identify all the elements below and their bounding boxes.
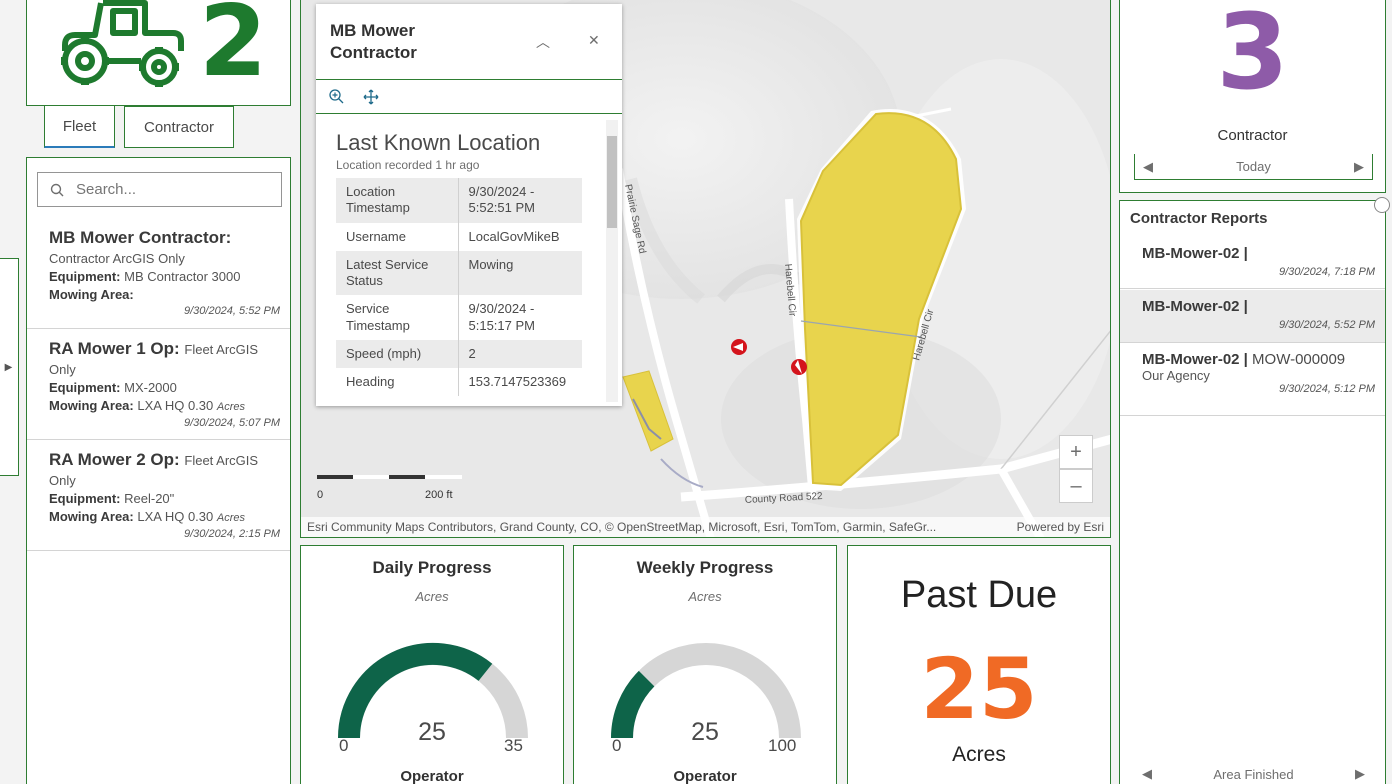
past-due-title: Past Due <box>900 574 1058 616</box>
item-area: Mowing Area: <box>49 287 134 303</box>
gauge-min: 0 <box>612 736 622 755</box>
fleet-indicator: 2 <box>26 0 291 106</box>
popup-body: Last Known Location Location recorded 1 … <box>316 116 622 406</box>
search-icon <box>50 183 64 196</box>
contractor-count: 3 <box>1216 0 1289 113</box>
item-area: Mowing Area: LXA HQ 0.30 Acres <box>49 398 246 414</box>
gauge-min: 0 <box>339 736 349 755</box>
feature-popup: MB Mower Contractor ︿ ✕ Last Known Locat… <box>316 4 622 406</box>
gauge-max: 100 <box>768 736 797 755</box>
table-row: Location Timestamp 9/30/2024 - 5:52:51 PM <box>336 178 582 223</box>
caret-right-icon[interactable]: ▶ <box>1355 766 1365 782</box>
report-item[interactable]: MB-Mower-02 | MOW-000009 Our Agency 9/30… <box>1120 343 1385 416</box>
caret-right-icon[interactable]: ▶ <box>1354 159 1364 175</box>
report-date: 9/30/2024, 7:18 PM <box>1278 266 1375 278</box>
contractor-label: Contractor <box>1217 127 1288 144</box>
caret-left-icon[interactable]: ◀ <box>1143 159 1153 175</box>
tractor-icon <box>61 0 184 87</box>
fullscreen-icon[interactable] <box>1374 197 1390 213</box>
item-area: Mowing Area: LXA HQ 0.30 Acres <box>49 509 246 525</box>
expand-panel-button[interactable]: ▶ <box>0 258 19 476</box>
gauge-footer: Operator <box>400 768 464 784</box>
item-equipment: Equipment: MB Contractor 3000 <box>49 268 241 284</box>
area-nav: ◀ Area Finished ▶ <box>1134 761 1373 784</box>
gauge-footer: Operator <box>673 768 737 784</box>
area-nav-label: Area Finished <box>1213 766 1294 782</box>
item-type: Only <box>49 361 76 377</box>
report-item[interactable]: MB-Mower-02 | 9/30/2024, 5:52 PM <box>1120 290 1385 343</box>
daily-progress-gauge: Daily Progress Acres 25 0 35 Operator <box>300 545 564 784</box>
attribute-table: Location Timestamp 9/30/2024 - 5:52:51 PM… <box>336 178 582 397</box>
item-date: 9/30/2024, 5:07 PM <box>183 416 280 429</box>
gauge-title: Daily Progress <box>372 558 492 577</box>
report-date: 9/30/2024, 5:52 PM <box>1278 319 1375 331</box>
popup-heading: Last Known Location <box>336 130 541 155</box>
period-label: Today <box>1236 159 1271 174</box>
popup-subheading: Location recorded 1 hr ago <box>336 158 480 172</box>
report-date: 9/30/2024, 5:12 PM <box>1278 383 1375 395</box>
popup-scrollbar[interactable] <box>606 120 618 402</box>
item-equipment: Equipment: Reel-20" <box>49 490 175 506</box>
zoom-to-icon[interactable] <box>328 88 346 106</box>
table-row: Service Timestamp 9/30/2024 - 5:15:17 PM <box>336 295 582 340</box>
item-date: 9/30/2024, 2:15 PM <box>183 527 280 540</box>
item-equipment: Equipment: MX-2000 <box>49 379 177 395</box>
popup-toolbar <box>316 80 622 114</box>
report-title: MB-Mower-02 | <box>1142 298 1248 315</box>
table-row: Heading 153.7147523369 <box>336 368 582 397</box>
gauge-subtitle: Acres <box>415 589 449 604</box>
contractor-indicator: 3 Contractor ◀ Today ▶ <box>1119 0 1386 193</box>
fleet-count: 2 <box>199 0 268 99</box>
search-input[interactable] <box>76 181 256 198</box>
caret-right-icon: ▶ <box>4 361 13 373</box>
weekly-progress-gauge: Weekly Progress Acres 25 0 100 Operator <box>573 545 837 784</box>
past-due-value: 25 <box>920 640 1038 738</box>
gauge-subtitle: Acres <box>688 589 722 604</box>
map-attribution: Esri Community Maps Contributors, Grand … <box>301 517 1110 537</box>
item-title: RA Mower 2 Op: Fleet ArcGIS <box>49 450 259 469</box>
list-item[interactable]: RA Mower 2 Op: Fleet ArcGIS Only Equipme… <box>27 440 290 551</box>
list-item[interactable]: RA Mower 1 Op: Fleet ArcGIS Only Equipme… <box>27 329 290 440</box>
list-item[interactable]: MB Mower Contractor: Contractor ArcGIS O… <box>27 218 290 329</box>
contractor-reports-panel: Contractor Reports MB-Mower-02 | 9/30/20… <box>1119 200 1386 784</box>
table-row: Latest Service Status Mowing <box>336 250 582 296</box>
caret-left-icon[interactable]: ◀ <box>1142 766 1152 782</box>
reports-title: Contractor Reports <box>1130 210 1268 227</box>
zoom-in-button[interactable]: + <box>1059 435 1093 469</box>
close-icon[interactable]: ✕ <box>588 32 600 49</box>
search-box[interactable] <box>37 172 282 207</box>
fleet-list-panel: MB Mower Contractor: Contractor ArcGIS O… <box>26 157 291 784</box>
report-title: MB-Mower-02 | MOW-000009 <box>1142 351 1346 368</box>
item-title: RA Mower 1 Op: Fleet ArcGIS <box>49 339 259 358</box>
powered-by[interactable]: Powered by Esri <box>1017 520 1104 534</box>
scale-distance: 200 ft <box>425 489 453 501</box>
report-sub: Our Agency <box>1142 368 1210 383</box>
scale-zero: 0 <box>317 489 324 501</box>
item-type: Only <box>49 472 76 488</box>
period-nav: ◀ Today ▶ <box>1134 154 1373 180</box>
attribution-text[interactable]: Esri Community Maps Contributors, Grand … <box>307 520 936 534</box>
item-title: MB Mower Contractor: <box>49 228 232 247</box>
popup-title: MB Mower Contractor <box>330 21 417 63</box>
past-due-indicator: Past Due 25 Acres <box>847 545 1111 784</box>
scrollbar-thumb[interactable] <box>607 136 617 228</box>
tab-fleet[interactable]: Fleet <box>44 106 115 148</box>
past-due-unit: Acres <box>952 743 1006 766</box>
report-title: MB-Mower-02 | <box>1142 245 1248 262</box>
gauge-title: Weekly Progress <box>636 558 774 577</box>
item-date: 9/30/2024, 5:52 PM <box>183 305 280 318</box>
table-row: Speed (mph) 2 <box>336 339 582 368</box>
pan-icon[interactable] <box>362 88 380 106</box>
collapse-icon[interactable]: ︿ <box>536 32 550 52</box>
zoom-out-button[interactable]: – <box>1059 469 1093 503</box>
scale-bar: 0 200 ft <box>317 471 467 505</box>
tab-contractor[interactable]: Contractor <box>124 106 234 148</box>
item-type: Contractor ArcGIS Only <box>49 250 185 266</box>
gauge-max: 35 <box>504 736 523 755</box>
report-item[interactable]: MB-Mower-02 | 9/30/2024, 7:18 PM <box>1120 237 1385 289</box>
popup-header: MB Mower Contractor ︿ ✕ <box>316 4 622 80</box>
table-row: Username LocalGovMikeB <box>336 222 582 251</box>
